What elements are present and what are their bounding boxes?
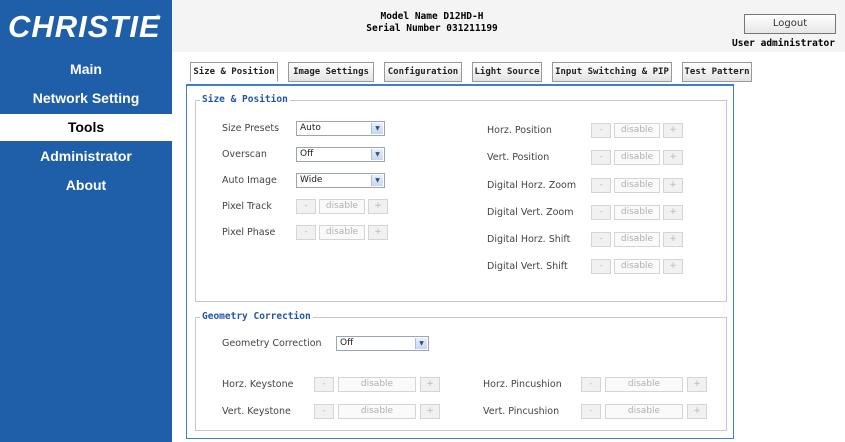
pixel-phase-label: Pixel Phase bbox=[222, 227, 276, 238]
pixel-phase-minus-button[interactable]: - bbox=[296, 225, 316, 240]
auto-image-value: Wide bbox=[300, 175, 323, 185]
sidebar-nav: Main Network Setting Tools Administrator… bbox=[0, 56, 172, 201]
size-position-title: Size & Position bbox=[200, 94, 290, 105]
sidebar-item-tools[interactable]: Tools bbox=[0, 114, 172, 141]
digital-vert-zoom-value: disable bbox=[614, 205, 660, 220]
overscan-label: Overscan bbox=[222, 149, 267, 160]
header: Model Name D12HD-H Serial Number 0312111… bbox=[172, 0, 845, 52]
pixel-phase-plus-button[interactable]: + bbox=[368, 225, 388, 240]
digital-vert-shift-label: Digital Vert. Shift bbox=[487, 261, 568, 272]
registered-mark: ® bbox=[155, 14, 161, 21]
content-panel: Size & Position Size Presets Auto ▼ Over… bbox=[186, 84, 734, 439]
horz-keystone-label: Horz. Keystone bbox=[222, 379, 294, 390]
digital-horz-shift-label: Digital Horz. Shift bbox=[487, 234, 571, 245]
user-label: User administrator bbox=[732, 38, 835, 49]
digital-vert-shift-value: disable bbox=[614, 259, 660, 274]
tab-size-position[interactable]: Size & Position bbox=[190, 62, 278, 82]
geometry-correction-select[interactable]: Off ▼ bbox=[336, 336, 429, 351]
auto-image-select[interactable]: Wide ▼ bbox=[296, 173, 385, 188]
digital-vert-zoom-minus-button[interactable]: - bbox=[591, 205, 611, 220]
vert-position-label: Vert. Position bbox=[487, 152, 550, 163]
pixel-track-label: Pixel Track bbox=[222, 201, 272, 212]
digital-horz-shift-minus-button[interactable]: - bbox=[591, 232, 611, 247]
horz-pincushion-plus-button[interactable]: + bbox=[687, 377, 707, 392]
horz-position-value: disable bbox=[614, 123, 660, 138]
geometry-correction-value: Off bbox=[340, 338, 354, 348]
pixel-track-value: disable bbox=[319, 199, 365, 214]
vert-pincushion-plus-button[interactable]: + bbox=[687, 404, 707, 419]
size-presets-label: Size Presets bbox=[222, 123, 280, 134]
tab-image-settings[interactable]: Image Settings bbox=[288, 62, 374, 82]
digital-vert-shift-minus-button[interactable]: - bbox=[591, 259, 611, 274]
overscan-select[interactable]: Off ▼ bbox=[296, 147, 385, 162]
chevron-down-icon[interactable]: ▼ bbox=[371, 123, 383, 134]
sidebar-item-administrator[interactable]: Administrator bbox=[0, 143, 172, 172]
horz-pincushion-value: disable bbox=[605, 377, 683, 392]
vert-pincushion-minus-button[interactable]: - bbox=[581, 404, 601, 419]
vert-keystone-label: Vert. Keystone bbox=[222, 406, 291, 417]
horz-position-label: Horz. Position bbox=[487, 125, 552, 136]
horz-keystone-plus-button[interactable]: + bbox=[420, 377, 440, 392]
sidebar-item-main[interactable]: Main bbox=[0, 56, 172, 85]
device-info: Model Name D12HD-H Serial Number 0312111… bbox=[172, 11, 692, 35]
vert-pincushion-value: disable bbox=[605, 404, 683, 419]
sidebar-item-network-setting[interactable]: Network Setting bbox=[0, 85, 172, 114]
chevron-down-icon[interactable]: ▼ bbox=[371, 175, 383, 186]
digital-horz-shift-value: disable bbox=[614, 232, 660, 247]
sidebar-item-about[interactable]: About bbox=[0, 172, 172, 201]
size-presets-value: Auto bbox=[300, 123, 321, 133]
digital-vert-shift-plus-button[interactable]: + bbox=[663, 259, 683, 274]
tab-light-source[interactable]: Light Source bbox=[472, 62, 542, 82]
digital-horz-zoom-minus-button[interactable]: - bbox=[591, 178, 611, 193]
geometry-correction-label: Geometry Correction bbox=[222, 338, 322, 349]
horz-position-minus-button[interactable]: - bbox=[591, 123, 611, 138]
model-name: Model Name D12HD-H bbox=[380, 11, 484, 22]
chevron-down-icon[interactable]: ▼ bbox=[415, 338, 427, 349]
horz-pincushion-label: Horz. Pincushion bbox=[483, 379, 562, 390]
tab-configuration[interactable]: Configuration bbox=[384, 62, 462, 82]
vert-pincushion-label: Vert. Pincushion bbox=[483, 406, 560, 417]
digital-horz-zoom-plus-button[interactable]: + bbox=[663, 178, 683, 193]
digital-horz-shift-plus-button[interactable]: + bbox=[663, 232, 683, 247]
sidebar: CHRISTIE ® Main Network Setting Tools Ad… bbox=[0, 0, 172, 442]
logout-button[interactable]: Logout bbox=[744, 14, 836, 34]
auto-image-label: Auto Image bbox=[222, 175, 277, 186]
pixel-phase-value: disable bbox=[319, 225, 365, 240]
serial-number: Serial Number 031211199 bbox=[366, 23, 498, 34]
vert-position-plus-button[interactable]: + bbox=[663, 150, 683, 165]
digital-vert-zoom-plus-button[interactable]: + bbox=[663, 205, 683, 220]
vert-keystone-minus-button[interactable]: - bbox=[314, 404, 334, 419]
vert-keystone-plus-button[interactable]: + bbox=[420, 404, 440, 419]
digital-horz-zoom-label: Digital Horz. Zoom bbox=[487, 180, 577, 191]
vert-keystone-value: disable bbox=[338, 404, 416, 419]
vert-position-minus-button[interactable]: - bbox=[591, 150, 611, 165]
digital-horz-zoom-value: disable bbox=[614, 178, 660, 193]
geometry-correction-group: Geometry Correction Geometry Correction … bbox=[195, 311, 727, 431]
pixel-track-minus-button[interactable]: - bbox=[296, 199, 316, 214]
pixel-track-plus-button[interactable]: + bbox=[368, 199, 388, 214]
horz-pincushion-minus-button[interactable]: - bbox=[581, 377, 601, 392]
digital-vert-zoom-label: Digital Vert. Zoom bbox=[487, 207, 574, 218]
overscan-value: Off bbox=[300, 149, 314, 159]
horz-keystone-value: disable bbox=[338, 377, 416, 392]
size-presets-select[interactable]: Auto ▼ bbox=[296, 121, 385, 136]
tab-test-pattern[interactable]: Test Pattern bbox=[682, 62, 752, 82]
vert-position-value: disable bbox=[614, 150, 660, 165]
logo-text: CHRISTIE bbox=[8, 9, 161, 44]
horz-keystone-minus-button[interactable]: - bbox=[314, 377, 334, 392]
horz-position-plus-button[interactable]: + bbox=[663, 123, 683, 138]
christie-logo: CHRISTIE ® bbox=[0, 0, 172, 52]
tab-input-switching-pip[interactable]: Input Switching & PIP bbox=[552, 62, 672, 82]
chevron-down-icon[interactable]: ▼ bbox=[371, 149, 383, 160]
size-position-group: Size & Position Size Presets Auto ▼ Over… bbox=[195, 94, 727, 302]
geometry-correction-title: Geometry Correction bbox=[200, 311, 313, 322]
